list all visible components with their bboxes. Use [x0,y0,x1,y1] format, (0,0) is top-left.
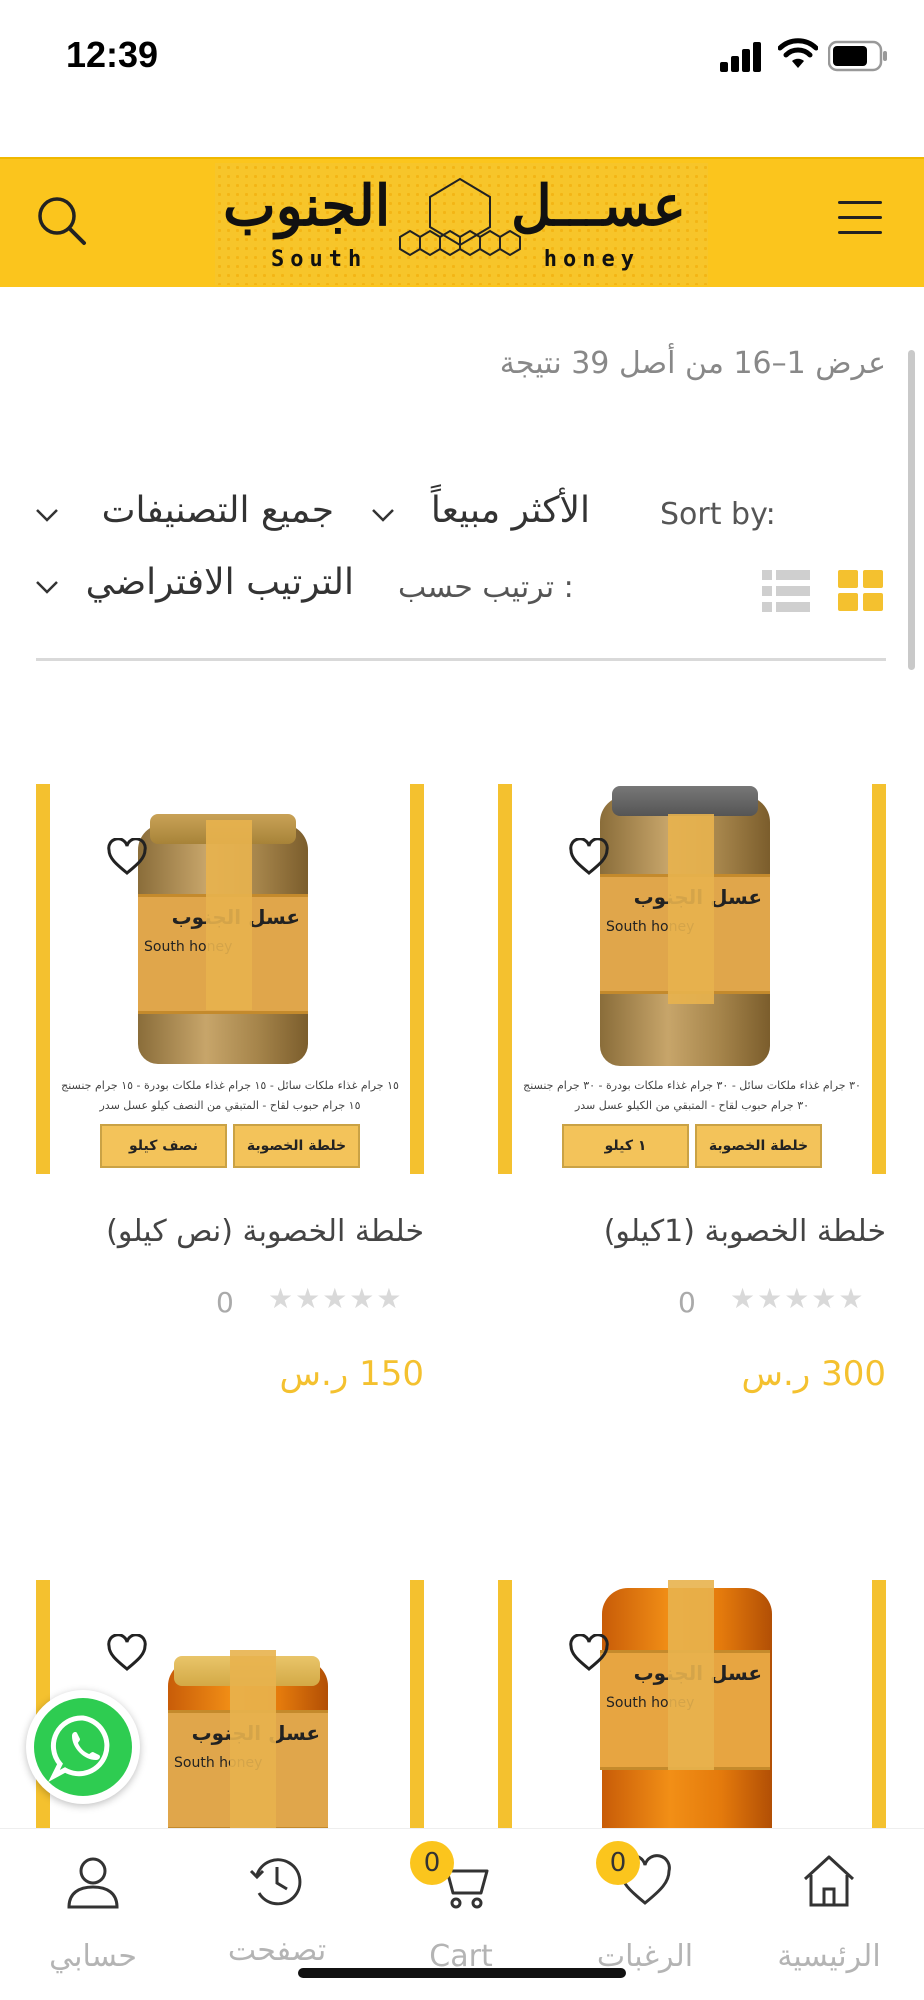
logo-text-ar-right: عســـل [511,173,686,239]
logo-text-en-right: honey [543,247,640,272]
nav-browsed-label: تصفحت [227,1933,327,1968]
image-badge: خلطة الخصوبة [233,1124,360,1168]
whatsapp-icon [34,1698,132,1796]
logo-text-ar-left: الجنوب [223,173,391,239]
honeycomb-icon [399,177,521,257]
sort-order-select[interactable]: الترتيب الافتراضي [34,562,354,616]
rating-count: 0 [678,1286,696,1319]
rating-stars: ★★★★★ [268,1282,404,1315]
product-title[interactable]: خلطة الخصوبة (نص كيلو) [106,1214,424,1249]
nav-account-label: حسابي [49,1939,137,1974]
rating-count: 0 [216,1286,234,1319]
image-badge: ١ كيلو [562,1124,689,1168]
scrollbar[interactable] [908,350,915,670]
bestselling-filter-label: الأكثر مبيعاً [430,490,590,531]
home-indicator [298,1968,626,1978]
nav-cart[interactable]: 0 Cart [376,1829,546,1979]
image-badges: نصف كيلو خلطة الخصوبة [100,1124,360,1168]
nav-home-label: الرئيسية [777,1939,881,1974]
status-time: 12:39 [66,34,159,75]
site-logo[interactable]: عســـل الجنوب South honey [215,163,708,285]
product-image[interactable]: عسل الجنوب South honey ١٥ جرام غذاء ملكا… [36,784,424,1174]
product-price: 150 ر.س [279,1354,424,1394]
chevron-down-icon [36,509,58,522]
product-image[interactable]: عسل الجنوب South honey [498,1580,886,1828]
site-header: عســـل الجنوب South honey [0,157,924,287]
categories-filter[interactable]: جميع التصنيفات [34,490,334,540]
user-icon [67,1857,119,1909]
heart-icon[interactable] [106,838,148,876]
list-view-icon[interactable] [762,570,810,612]
heart-icon[interactable] [568,838,610,876]
nav-wishlist[interactable]: 0 الرغبات [560,1829,730,1979]
hamburger-menu-icon[interactable] [838,201,882,237]
whatsapp-button[interactable] [26,1690,140,1804]
jar-lid [612,786,758,816]
home-icon [803,1855,855,1907]
image-badge: نصف كيلو [100,1124,227,1168]
grid-view-icon[interactable] [838,570,884,612]
battery-icon [828,40,887,72]
chevron-down-icon [36,581,58,594]
image-badges: ١ كيلو خلطة الخصوبة [562,1124,822,1168]
jar-strip [668,1580,714,1770]
logo-text-en-left: South [271,247,368,272]
image-caption: ١٥ جرام غذاء ملكات سائل - ١٥ جرام غذاء م… [61,1079,399,1112]
cart-badge: 0 [410,1841,454,1885]
nav-home[interactable]: الرئيسية [744,1829,914,1979]
cellular-signal-icon [720,42,761,72]
nav-account[interactable]: حسابي [8,1829,178,1979]
image-caption: ٣٠ جرام غذاء ملكات سائل - ٣٠ جرام غذاء م… [523,1079,861,1112]
status-bar: 12:39 [0,0,924,115]
jar-strip [668,814,714,1004]
product-card[interactable]: عسل الجنوب South honey [498,1580,886,1828]
wifi-icon [778,38,818,68]
jar-strip [206,820,252,1010]
jar-strip [230,1650,276,1828]
heart-icon[interactable] [568,1634,610,1672]
divider [36,658,886,661]
product-image[interactable]: عسل الجنوب South honey ٣٠ جرام غذاء ملكا… [498,784,886,1174]
chevron-down-icon [372,509,394,522]
heart-icon[interactable] [106,1634,148,1672]
wishlist-badge: 0 [596,1841,640,1885]
sort-order-value: الترتيب الافتراضي [85,562,354,603]
bestselling-filter[interactable]: الأكثر مبيعاً [370,490,590,540]
history-icon [249,1858,302,1906]
sort-by-label: Sort by: [660,497,776,532]
result-count: عرض 1–16 من أصل 39 نتيجة [499,346,886,381]
categories-filter-label: جميع التصنيفات [101,490,334,531]
nav-browsed[interactable]: تصفحت [192,1829,362,1979]
product-title[interactable]: خلطة الخصوبة (1كيلو) [604,1214,886,1249]
sort-label: ترتيب حسب : [398,570,574,605]
search-icon[interactable] [34,193,90,249]
product-price: 300 ر.س [741,1354,886,1394]
image-badge: خلطة الخصوبة [695,1124,822,1168]
rating-stars: ★★★★★ [730,1282,866,1315]
